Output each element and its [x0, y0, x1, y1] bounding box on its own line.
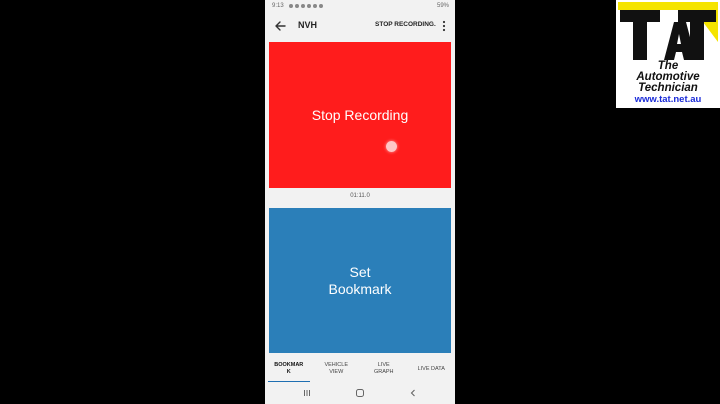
system-nav-bar	[265, 382, 455, 404]
back-arrow-icon[interactable]	[273, 19, 287, 33]
status-time: 9:13	[272, 3, 284, 9]
tab-vehicle-view[interactable]: VEHICLE VIEW	[313, 356, 361, 382]
page-title: NVH	[298, 20, 318, 30]
tab-live-data[interactable]: LIVE DATA	[408, 356, 456, 382]
more-vert-icon[interactable]	[441, 19, 447, 33]
set-bookmark-button[interactable]: Set Bookmark	[269, 208, 451, 353]
stop-recording-button[interactable]: Stop Recording	[269, 42, 451, 188]
stop-recording-label: Stop Recording	[311, 107, 409, 123]
app-bar: NVH STOP RECORDING.	[265, 13, 455, 40]
home-icon[interactable]	[355, 388, 365, 398]
touch-indicator	[386, 141, 397, 152]
set-bookmark-label: Set Bookmark	[328, 264, 392, 297]
tab-bookmark[interactable]: BOOKMAR K	[265, 356, 313, 382]
tat-logo: The Automotive Technician www.tat.net.au	[616, 0, 720, 108]
logo-url: www.tat.net.au	[634, 94, 702, 105]
bottom-tab-bar: BOOKMAR K VEHICLE VIEW LIVE GRAPH LIVE D…	[265, 356, 455, 382]
stop-recording-link[interactable]: STOP RECORDING.	[375, 21, 436, 28]
tab-live-graph[interactable]: LIVE GRAPH	[360, 356, 408, 382]
notification-icons	[289, 4, 323, 8]
logo-line-3: Technician	[638, 82, 698, 94]
status-bar: 9:13 59%	[265, 0, 455, 13]
recents-icon[interactable]	[302, 388, 312, 398]
recording-timer: 01:11.0	[350, 193, 370, 199]
battery-level: 59%	[436, 3, 449, 9]
nav-back-icon[interactable]	[408, 388, 418, 398]
tat-logo-mark	[618, 2, 718, 60]
phone-screen: 9:13 59% NVH STOP RECORDING. Stop Record…	[265, 0, 455, 404]
